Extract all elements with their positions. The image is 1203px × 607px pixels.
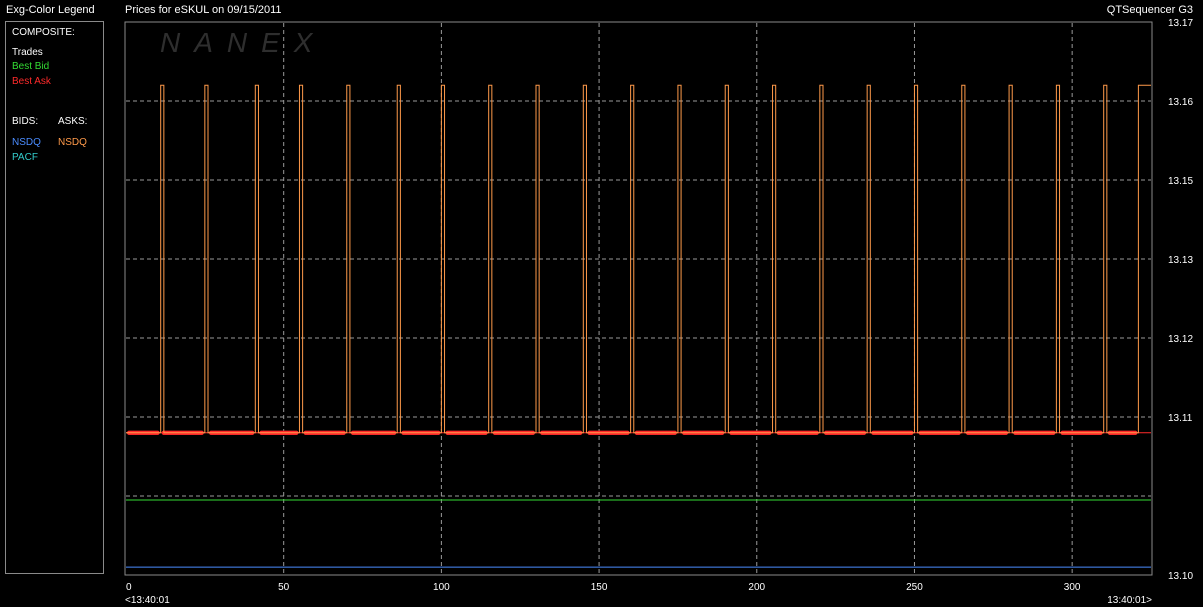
x-tick-label: 200 <box>748 582 765 593</box>
x-tick-label: 0 <box>126 582 132 593</box>
y-tick-label: 13.12 <box>1168 334 1193 345</box>
x-tick-label: 300 <box>1064 582 1081 593</box>
watermark: NANEX <box>160 27 326 58</box>
price-chart: NANEX 0 50 100 150 200 250 300 <13:40:01 13:40:0… <box>124 18 1193 606</box>
x-tick-label: 50 <box>278 582 290 593</box>
y-tick-label: 13.11 <box>1168 413 1193 424</box>
y-tick-label: 13.13 <box>1168 255 1193 266</box>
y-tick-label: 13.10 <box>1168 571 1193 582</box>
x-tick-label: 250 <box>906 582 923 593</box>
y-tick-label: 13.15 <box>1168 176 1193 187</box>
y-tick-label: 13.16 <box>1168 97 1193 108</box>
y-tick-label: 13.17 <box>1168 18 1193 29</box>
time-start-label: <13:40:01 <box>125 595 170 606</box>
plot-area <box>124 21 1153 576</box>
x-tick-label: 100 <box>433 582 450 593</box>
time-end-label: 13:40:01> <box>1107 595 1152 606</box>
x-tick-label: 150 <box>591 582 608 593</box>
